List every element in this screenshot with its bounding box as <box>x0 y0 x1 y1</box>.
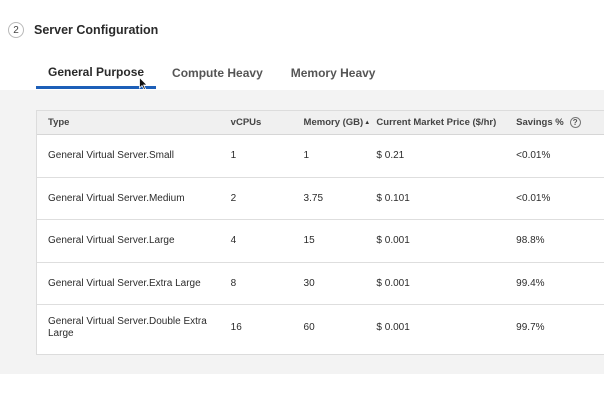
table-row[interactable]: General Virtual Server.Double Extra Larg… <box>37 305 604 350</box>
question-circle-icon[interactable]: ? <box>569 117 581 128</box>
step-header: 2 Server Configuration <box>8 20 158 40</box>
table-row[interactable]: General Virtual Server.Large 4 15 $ 0.00… <box>37 220 604 263</box>
cell-type: General Virtual Server.Medium <box>48 192 185 204</box>
cell-type: General Virtual Server.Small <box>48 150 174 162</box>
cell-type: General Virtual Server.Double Extra Larg… <box>48 315 207 339</box>
section-title: Server Configuration <box>34 23 159 37</box>
cell-vcpus: 1 <box>230 150 237 162</box>
cell-price: $ 0.101 <box>376 192 410 204</box>
tab-memory-heavy[interactable]: Memory Heavy <box>279 58 388 88</box>
mouse-pointer-icon <box>139 77 148 90</box>
table-row[interactable]: General Virtual Server.Extra Large 8 30 … <box>37 263 604 305</box>
cell-vcpus: 2 <box>230 192 237 204</box>
server-type-tabs: General Purpose Compute Heavy Memory Hea… <box>36 58 391 90</box>
table-row[interactable]: General Virtual Server.Medium 2 3.75 $ 0… <box>37 178 604 220</box>
column-header-memory[interactable]: Memory (GB) ▲ <box>304 117 377 128</box>
table-header: Type vCPUs Memory (GB) ▲ Current Market … <box>37 111 604 135</box>
cell-savings: 99.4% <box>516 277 545 289</box>
cell-price: $ 0.001 <box>376 322 410 333</box>
cell-vcpus: 16 <box>230 322 242 333</box>
cell-vcpus: 8 <box>230 277 237 289</box>
cell-type: General Virtual Server.Extra Large <box>48 277 201 289</box>
column-header-savings-label: Savings % <box>516 117 564 128</box>
column-header-memory-label: Memory (GB) <box>303 117 364 128</box>
column-header-savings[interactable]: Savings % ? <box>516 117 604 128</box>
cell-price: $ 0.21 <box>376 150 405 162</box>
cell-savings: <0.01% <box>516 192 551 204</box>
table-row[interactable]: General Virtual Server.Small 1 1 $ 0.21 … <box>37 135 604 178</box>
sort-descending-icon[interactable]: ▲ <box>364 120 370 126</box>
column-header-vcpus[interactable]: vCPUs <box>231 117 304 128</box>
column-header-price[interactable]: Current Market Price ($/hr) <box>376 117 516 128</box>
cell-memory: 60 <box>303 322 315 333</box>
cell-memory: 30 <box>303 277 315 289</box>
tab-compute-heavy[interactable]: Compute Heavy <box>160 58 275 88</box>
cell-memory: 1 <box>303 150 310 162</box>
cell-price: $ 0.001 <box>376 277 410 289</box>
cell-vcpus: 4 <box>230 235 237 247</box>
cell-savings: 99.7% <box>516 322 545 333</box>
cell-savings: 98.8% <box>516 235 545 247</box>
cell-type: General Virtual Server.Large <box>48 235 175 247</box>
server-configuration-table: Type vCPUs Memory (GB) ▲ Current Market … <box>36 110 604 355</box>
cell-memory: 3.75 <box>303 192 324 204</box>
cell-savings: <0.01% <box>516 150 551 162</box>
step-number-badge: 2 <box>8 22 24 38</box>
cell-price: $ 0.001 <box>376 235 410 247</box>
cell-memory: 15 <box>303 235 315 247</box>
table-panel: Type vCPUs Memory (GB) ▲ Current Market … <box>0 90 604 374</box>
column-header-type[interactable]: Type <box>37 117 231 128</box>
